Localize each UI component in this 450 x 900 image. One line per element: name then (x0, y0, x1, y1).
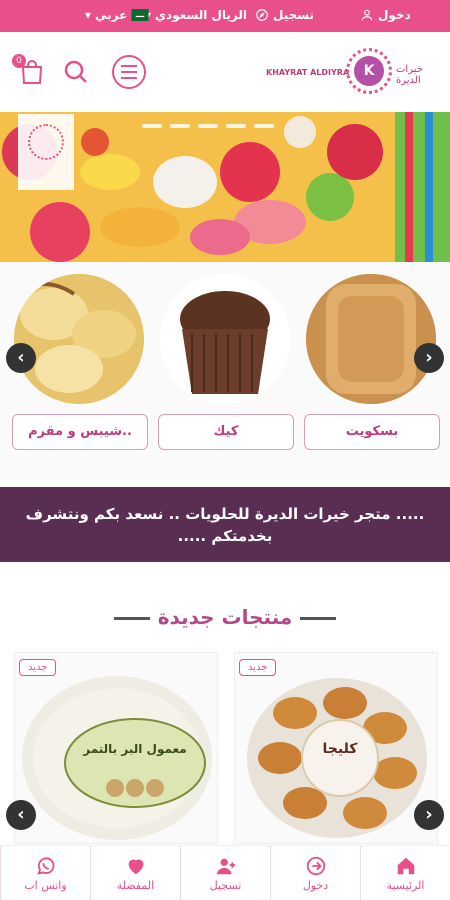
menu-button[interactable] (112, 55, 146, 89)
package-label: كليجا (323, 741, 359, 757)
search-button[interactable] (62, 58, 90, 86)
nav-register[interactable]: تسجيل (180, 846, 270, 900)
user-icon (361, 9, 373, 21)
new-tag: جديد (239, 659, 277, 676)
login-label: دخول (378, 8, 411, 22)
products-next-button[interactable]: › (414, 800, 444, 830)
nav-whatsapp[interactable]: واتس اب (0, 846, 90, 900)
biscuit-image (306, 274, 436, 404)
compass-icon (256, 9, 268, 21)
cart-button[interactable]: 0 (12, 54, 46, 86)
nav-login-label: دخول (302, 878, 329, 892)
top-bar: دخول تسجيل ▾ الريال السعودي ▾ عربي (0, 0, 450, 32)
logo-mark: K (346, 48, 392, 94)
language-select[interactable]: ▾ عربي (85, 8, 149, 22)
category-image-chips[interactable] (14, 274, 144, 404)
new-products-heading: منتجات جديدة (0, 605, 450, 629)
welcome-banner: ..... متجر خيرات الديرة للحلويات .. نسعد… (0, 487, 450, 562)
nav-whatsapp-label: واتس اب (24, 878, 67, 892)
product-card[interactable]: كليجا جديد (234, 652, 438, 844)
category-image-biscuits[interactable] (306, 274, 436, 404)
products-prev-button[interactable]: ‹ (6, 800, 36, 830)
new-products-title: منتجات جديدة (157, 605, 293, 629)
product-image-kleija: كليجا (235, 653, 437, 843)
title-divider (113, 617, 150, 620)
register-label: تسجيل (273, 8, 314, 22)
cake-image (160, 274, 290, 404)
language-label: عربي (95, 8, 128, 22)
categories-next-button[interactable]: › (414, 343, 444, 373)
slider-dots[interactable] (142, 124, 274, 128)
search-icon (64, 60, 87, 83)
category-button-cake[interactable]: كيك (158, 414, 294, 450)
category-button-chips[interactable]: شيبس و مقرم.. (12, 414, 148, 450)
heart-icon (128, 859, 143, 874)
logo-english: KHAYRAT ALDIYRA (266, 68, 350, 77)
home-icon (397, 857, 414, 874)
nav-login[interactable]: دخول (270, 846, 360, 900)
categories-prev-button[interactable]: ‹ (6, 343, 36, 373)
nav-home-label: الرئيسية (386, 878, 425, 892)
login-link[interactable]: دخول (360, 8, 411, 22)
welcome-text: ..... متجر خيرات الديرة للحلويات .. نسعد… (25, 505, 425, 545)
category-button-biscuits[interactable]: بسكويت (304, 414, 440, 450)
chevron-left-icon: ‹ (17, 804, 25, 825)
product-card[interactable]: معمول البر بالتمر جديد (14, 652, 218, 844)
menu-bar (121, 77, 137, 79)
cart-count-badge: 0 (12, 54, 26, 68)
chevron-left-icon: ‹ (17, 347, 25, 368)
new-tag: جديد (19, 659, 57, 676)
category-image-cake[interactable] (160, 274, 290, 404)
nav-home[interactable]: الرئيسية (360, 846, 450, 900)
title-divider (300, 617, 337, 620)
nav-favorites[interactable]: المفضلة (90, 846, 180, 900)
chevron-right-icon: › (425, 804, 433, 825)
store-logo[interactable]: KHAYRAT ALDIYRA K خيرات الديرة (262, 48, 442, 96)
chips-image (14, 274, 144, 404)
nav-register-label: تسجيل (209, 878, 242, 892)
register-link[interactable]: تسجيل (255, 8, 314, 22)
product-image-maamoul: معمول البر بالتمر (15, 653, 217, 843)
nav-favorites-label: المفضلة (116, 878, 155, 892)
package-label: معمول البر بالتمر (82, 742, 186, 757)
banner-logo (18, 114, 74, 190)
add-user-icon (216, 858, 235, 874)
currency-select[interactable]: ▾ الريال السعودي (145, 8, 247, 22)
bottom-navigation: الرئيسية دخول تسجيل المفضلة واتس اب (0, 845, 450, 900)
chevron-down-icon: ▾ (85, 8, 92, 22)
currency-label: الريال السعودي (155, 8, 247, 22)
whatsapp-icon (36, 856, 54, 875)
menu-bar (121, 71, 137, 73)
menu-bar (121, 65, 137, 67)
saudi-flag-icon (131, 9, 149, 21)
logo-arabic: خيرات الديرة (396, 64, 423, 86)
login-icon (306, 856, 325, 875)
chevron-right-icon: › (425, 347, 433, 368)
